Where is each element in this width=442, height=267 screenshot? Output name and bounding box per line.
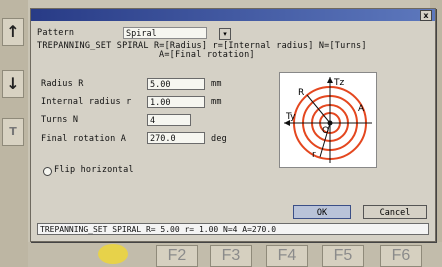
final-rotation-input[interactable]: 270.0 [147, 132, 205, 144]
background-key-t: T [2, 118, 24, 146]
final-rotation-unit: deg [211, 134, 227, 144]
internal-radius-unit: mm [211, 97, 222, 107]
turns-label: Turns N [41, 115, 79, 125]
origin-dot [327, 120, 333, 126]
chevron-down-icon[interactable]: ▾ [219, 28, 231, 40]
background-key-arrow-up: ↑ [2, 18, 24, 46]
fkey-f3: F3 [210, 245, 252, 267]
cancel-button[interactable]: Cancel [363, 205, 427, 219]
flip-horizontal-label: Flip horizontal [54, 165, 134, 175]
fkey-f4: F4 [266, 245, 308, 267]
background-yellow-icon [98, 244, 128, 264]
ty-label: Ty [285, 112, 296, 122]
spiral-diagram: Ty Tz R r A O [279, 72, 377, 168]
pattern-label: Pattern [37, 28, 75, 38]
flip-horizontal-checkbox[interactable] [43, 167, 52, 176]
spiral-diagram-svg: Ty Tz R r A O [284, 77, 372, 163]
pattern-select[interactable]: Spiral [123, 27, 207, 39]
syntax-line-2: A=[Final rotation] [159, 50, 255, 60]
background-key-arrow-down: ↓ [2, 70, 24, 98]
radius-diagram-label: R [298, 88, 304, 98]
radius-unit: mm [211, 79, 222, 89]
internal-radius-input[interactable]: 1.00 [147, 96, 205, 108]
turns-input[interactable]: 4 [147, 114, 191, 126]
fkey-f6: F6 [380, 245, 422, 267]
tz-arrow-icon [327, 77, 333, 83]
internal-radius-label: Internal radius r [41, 97, 132, 107]
command-preview: TREPANNING_SET SPIRAL R= 5.00 r= 1.00 N=… [37, 223, 429, 235]
radius-input[interactable]: 5.00 [147, 78, 205, 90]
trepanning-dialog: x Pattern Spiral ▾ TREPANNING_SET SPIRAL… [30, 8, 436, 242]
internal-radius-diagram-label: r [312, 150, 316, 160]
title-bar: x [31, 9, 435, 21]
ok-button[interactable]: OK [293, 205, 351, 219]
radius-label: Radius R [41, 79, 84, 89]
close-button[interactable]: x [420, 10, 432, 21]
rotation-diagram-label: A [358, 104, 365, 114]
origin-label: O [322, 126, 329, 136]
tz-label: Tz [333, 78, 344, 88]
final-rotation-label: Final rotation A [41, 134, 127, 144]
background-left-panel: ↑ ↓ T [0, 0, 28, 267]
fkey-f2: F2 [156, 245, 198, 267]
fkey-f5: F5 [322, 245, 364, 267]
